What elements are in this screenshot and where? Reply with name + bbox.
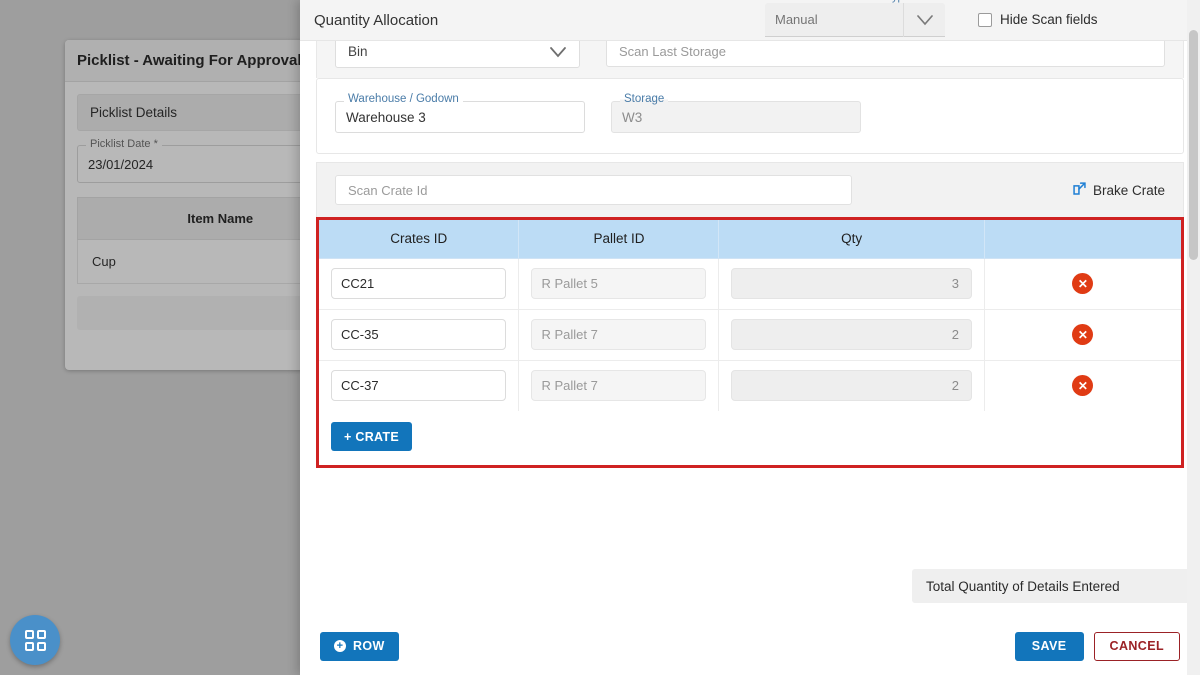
brake-crate-label: Brake Crate (1092, 182, 1165, 198)
chevron-down-icon (539, 41, 577, 69)
crates-table-highlight: Crates ID Pallet ID Qty CC21 R Pallet 5 … (316, 217, 1184, 468)
cell-delete: ✕ (984, 309, 1181, 361)
add-row-label: ROW (353, 639, 385, 653)
storage-value: W3 (622, 109, 643, 125)
pallet-id-input[interactable]: R Pallet 5 (531, 268, 707, 299)
cell-crate-id: CC-35 (319, 309, 520, 361)
crate-id-input[interactable]: CC21 (331, 268, 507, 299)
qty-input: 3 (731, 268, 972, 299)
total-quantity-entered-label: Total Quantity of Details Entered (926, 578, 1120, 594)
page-scrollbar-thumb[interactable] (1189, 30, 1198, 260)
cancel-button[interactable]: CANCEL (1093, 631, 1180, 661)
page-scrollbar[interactable] (1187, 0, 1200, 675)
storage-field: Storage W3 (611, 93, 861, 133)
cell-crate-id: CC-37 (319, 360, 520, 411)
scan-top-row: Bin Scan Last Storage (316, 41, 1184, 78)
grid-apps-icon (24, 629, 46, 651)
cell-pallet-id: R Pallet 5 (518, 258, 720, 310)
picklist-date-value: 23/01/2024 (88, 156, 154, 172)
modal-footer: + ROW SAVE CANCEL (300, 617, 1200, 675)
column-crates-id: Crates ID (319, 220, 520, 259)
column-pallet-id: Pallet ID (518, 220, 720, 259)
warehouse-godown-field[interactable]: Warehouse / Godown Warehouse 3 (335, 93, 585, 133)
crate-id-input[interactable]: CC-35 (331, 319, 507, 350)
warehouse-storage-panel: Warehouse / Godown Warehouse 3 Storage W… (316, 78, 1184, 154)
delete-circle-icon[interactable]: ✕ (1072, 324, 1094, 345)
bin-select-value: Bin (348, 43, 368, 59)
plus-circle-icon: + (334, 640, 346, 652)
table-row: CC21 R Pallet 5 3 ✕ (319, 258, 1181, 310)
scan-crate-id-input[interactable]: Scan Crate Id (335, 175, 852, 205)
cell-crate-id: CC21 (319, 258, 520, 310)
add-crate-button[interactable]: + CRATE (331, 422, 412, 451)
cell-qty: 2 (718, 360, 985, 411)
table-row: CC-37 R Pallet 7 2 ✕ (319, 360, 1181, 411)
cell-qty: 3 (718, 258, 985, 310)
crates-table-header-row: Crates ID Pallet ID Qty (319, 220, 1181, 259)
crate-id-input[interactable]: CC-37 (331, 370, 507, 402)
crates-table: Crates ID Pallet ID Qty CC21 R Pallet 5 … (319, 220, 1181, 411)
checkbox-box-icon (978, 12, 992, 27)
godown-type-select[interactable]: Warehouse / Godown Type Manual (765, 0, 945, 37)
cell-delete: ✕ (984, 258, 1181, 310)
storage-label: Storage (620, 93, 669, 105)
pallet-id-input[interactable]: R Pallet 7 (531, 319, 707, 350)
hide-scan-fields-checkbox[interactable]: Hide Scan fields (978, 12, 1098, 27)
godown-type-label: Warehouse / Godown Type (775, 0, 912, 3)
column-qty: Qty (718, 220, 985, 259)
hide-scan-fields-label: Hide Scan fields (1000, 12, 1098, 27)
cell-delete: ✕ (984, 360, 1181, 411)
qty-input: 2 (731, 370, 972, 402)
warehouse-godown-label: Warehouse / Godown (344, 93, 463, 105)
modal-title: Quantity Allocation (314, 11, 439, 29)
external-link-icon (1072, 181, 1087, 199)
quantity-allocation-modal: Quantity Allocation Warehouse / Godown T… (300, 0, 1200, 675)
crate-scan-bar: Scan Crate Id Brake Crate (316, 162, 1184, 217)
modal-body: Bin Scan Last Storage Warehouse / Godown… (300, 41, 1200, 675)
delete-circle-icon[interactable]: ✕ (1072, 375, 1094, 397)
cell-qty: 2 (718, 309, 985, 361)
apps-fab-button[interactable] (10, 615, 60, 665)
warehouse-godown-value: Warehouse 3 (346, 109, 426, 125)
chevron-down-icon (903, 3, 945, 37)
cell-pallet-id: R Pallet 7 (518, 309, 720, 361)
pallet-id-input[interactable]: R Pallet 7 (531, 370, 707, 402)
add-crate-wrapper: + CRATE (319, 411, 1181, 465)
delete-circle-icon[interactable]: ✕ (1072, 273, 1094, 294)
modal-header: Quantity Allocation Warehouse / Godown T… (300, 0, 1200, 41)
table-row: CC-35 R Pallet 7 2 ✕ (319, 309, 1181, 361)
picklist-date-label: Picklist Date * (86, 138, 162, 150)
cell-pallet-id: R Pallet 7 (518, 360, 720, 411)
total-quantity-entered-row: Total Quantity of Details Entered 7.00 (912, 569, 1200, 603)
screen-root: Picklist - Awaiting For Approval Picklis… (0, 0, 1200, 675)
brake-crate-link[interactable]: Brake Crate (1072, 181, 1165, 199)
godown-type-value: Manual (775, 12, 818, 27)
add-row-button[interactable]: + ROW (320, 631, 399, 661)
qty-input: 2 (731, 319, 972, 350)
crates-table-scroll: Crates ID Pallet ID Qty CC21 R Pallet 5 … (319, 220, 1181, 411)
column-actions (984, 220, 1181, 259)
scan-last-storage-input[interactable]: Scan Last Storage (606, 41, 1165, 67)
footer-actions: SAVE CANCEL (1014, 631, 1180, 661)
bin-select[interactable]: Bin (335, 41, 580, 68)
save-button[interactable]: SAVE (1014, 631, 1084, 661)
